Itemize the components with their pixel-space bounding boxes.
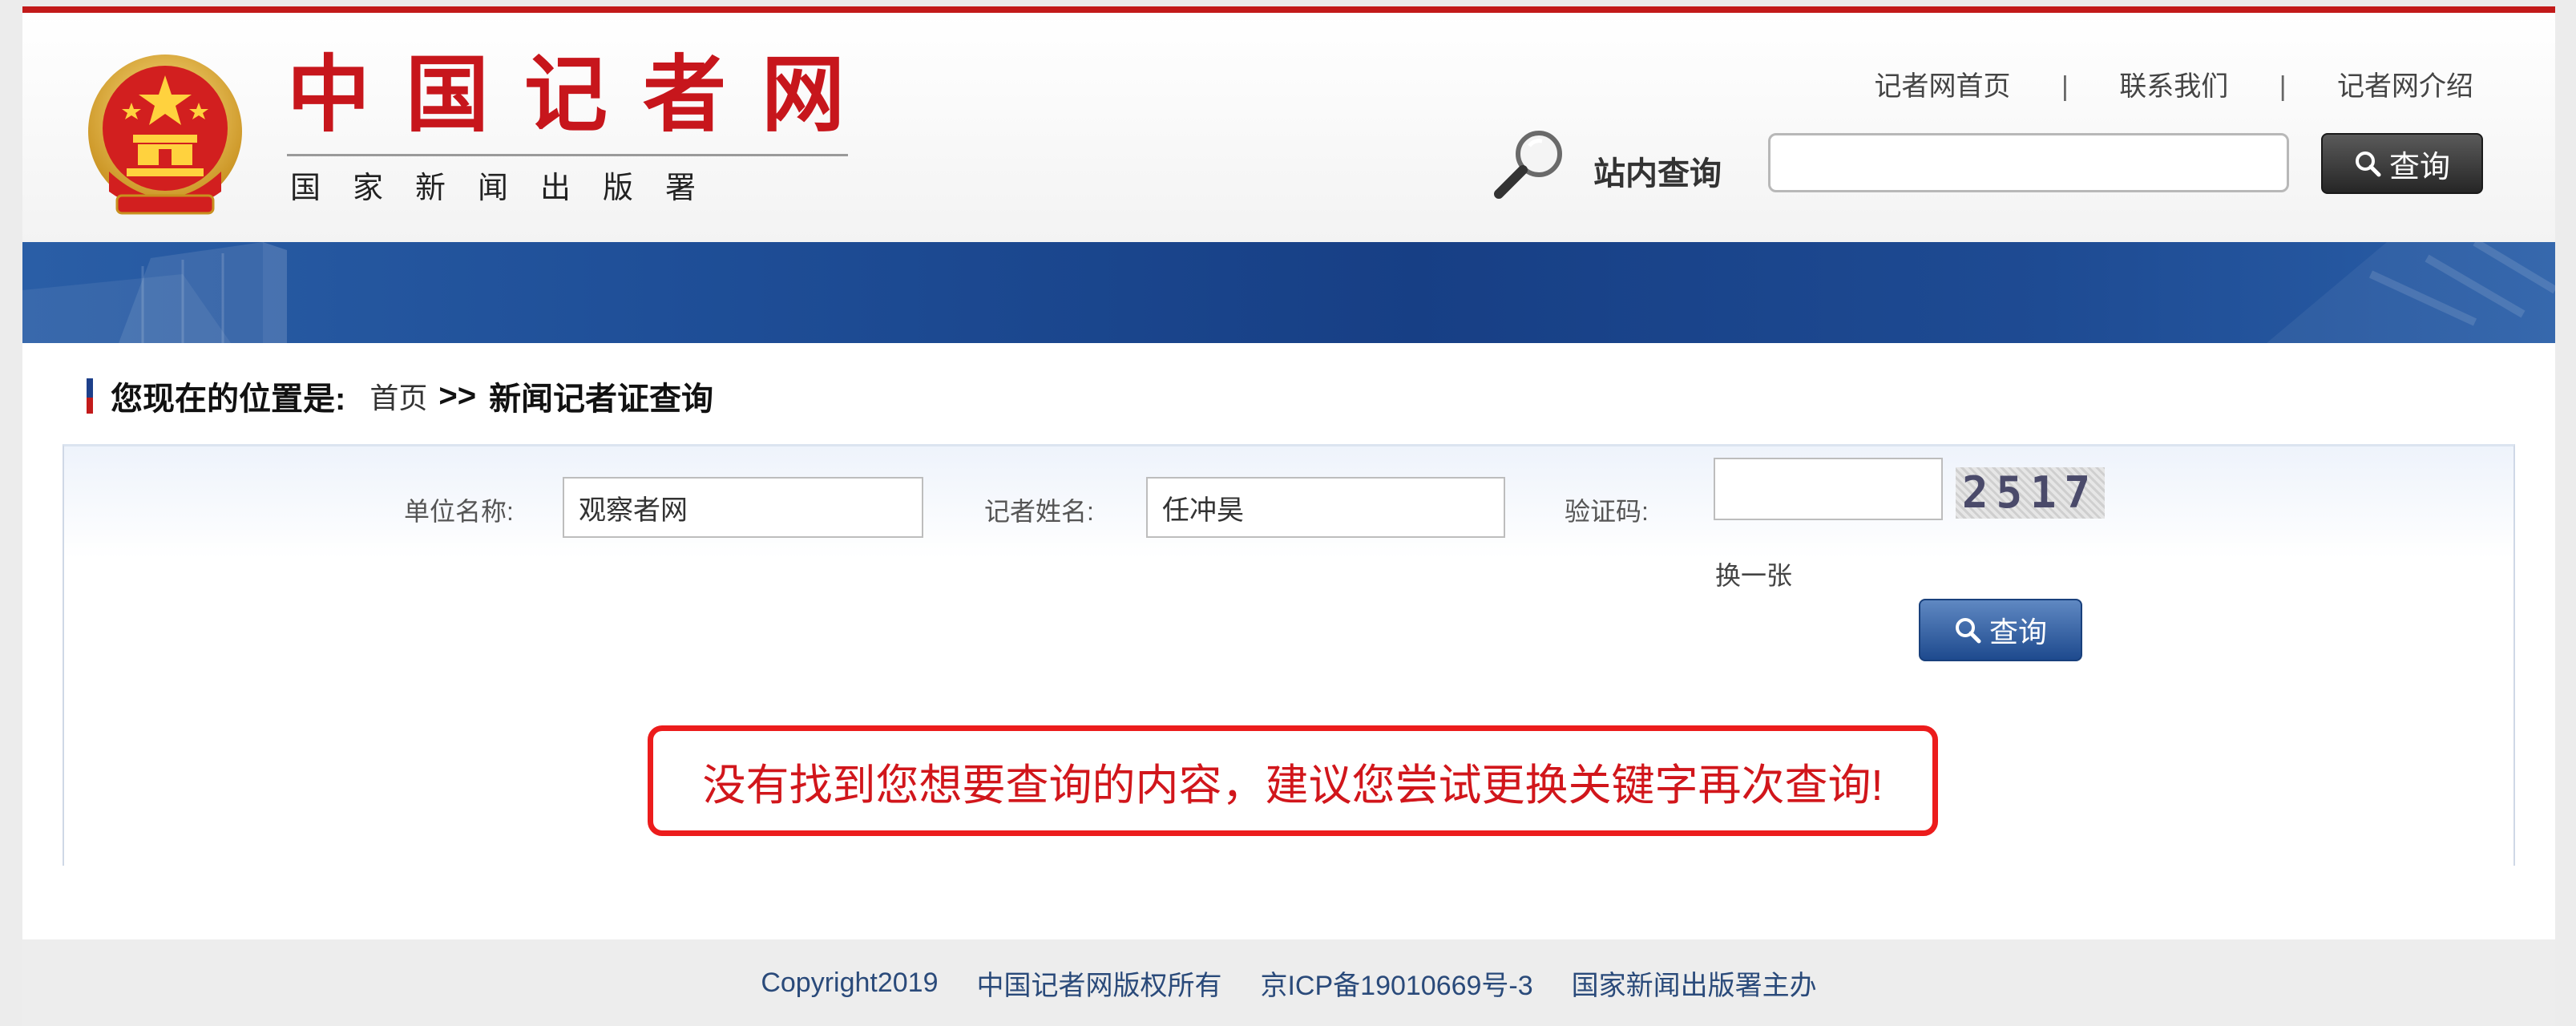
browser-frame: 中国记者网 国家新闻出版署 记者网首页 | 联系我们 | 记者网介绍 站内查询 … xyxy=(0,0,2576,1026)
site-header: 中国记者网 国家新闻出版署 记者网首页 | 联系我们 | 记者网介绍 站内查询 … xyxy=(22,13,2555,242)
top-rule xyxy=(22,6,2555,13)
captcha-refresh-link[interactable]: 换一张 xyxy=(1715,555,1792,592)
search-icon xyxy=(1955,618,1981,644)
captcha-input[interactable] xyxy=(1714,458,1943,520)
top-links: 记者网首页 | 联系我们 | 记者网介绍 xyxy=(1875,64,2474,103)
magnifier-icon xyxy=(1494,131,1562,199)
site-subtitle: 国家新闻出版署 xyxy=(290,172,729,205)
breadcrumb-label: 您现在的位置是: xyxy=(111,382,346,417)
contact-link[interactable]: 联系我们 xyxy=(2119,71,2228,102)
banner-graphic xyxy=(22,242,2555,343)
breadcrumb-current: 新闻记者证查询 xyxy=(489,382,714,417)
footer-sponsor: 国家新闻出版署主办 xyxy=(1571,970,1817,1001)
page: 中国记者网 国家新闻出版署 记者网首页 | 联系我们 | 记者网介绍 站内查询 … xyxy=(22,6,2555,1026)
breadcrumb-home-link[interactable]: 首页 xyxy=(369,375,427,417)
query-panel: 单位名称: 记者姓名: 验证码: 2517 换一张 查询 没有找到您想要查询的内… xyxy=(63,444,2515,866)
site-search-label: 站内查询 xyxy=(1593,156,1722,192)
unit-name-label: 单位名称: xyxy=(404,497,514,526)
title-underline xyxy=(287,154,848,156)
query-submit-label: 查询 xyxy=(1989,616,2047,648)
footer: Copyright2019 中国记者网版权所有 京ICP备19010669号-3… xyxy=(22,939,2555,1026)
footer-copyright: Copyright2019 xyxy=(761,967,939,998)
query-submit-button[interactable]: 查询 xyxy=(1919,599,2082,661)
site-search-button-label: 查询 xyxy=(2388,150,2450,184)
site-search-button[interactable]: 查询 xyxy=(2321,133,2483,194)
breadcrumb-marker xyxy=(87,378,93,414)
no-results-notice: 没有找到您想要查询的内容，建议您尝试更换关键字再次查询! xyxy=(648,725,1938,836)
link-separator: | xyxy=(2061,71,2069,102)
link-separator: | xyxy=(2279,71,2287,102)
about-link[interactable]: 记者网介绍 xyxy=(2337,71,2473,102)
footer-rights: 中国记者网版权所有 xyxy=(976,970,1222,1001)
reporter-name-input[interactable] xyxy=(1146,477,1505,538)
site-title: 中国记者网 xyxy=(287,45,881,143)
unit-name-input[interactable] xyxy=(563,477,923,538)
breadcrumb: 您现在的位置是: 首页 >> 新闻记者证查询 xyxy=(87,372,713,420)
captcha-image[interactable]: 2517 xyxy=(1956,467,2105,519)
home-link[interactable]: 记者网首页 xyxy=(1875,71,2011,102)
site-search-input[interactable] xyxy=(1768,133,2289,192)
reporter-name-label: 记者姓名: xyxy=(984,497,1094,526)
footer-icp[interactable]: 京ICP备19010669号-3 xyxy=(1260,963,1532,1003)
header-banner xyxy=(22,242,2555,343)
search-icon xyxy=(2355,151,2381,177)
breadcrumb-separator: >> xyxy=(438,378,477,414)
captcha-label: 验证码: xyxy=(1565,497,1649,526)
national-emblem-icon xyxy=(88,55,242,215)
